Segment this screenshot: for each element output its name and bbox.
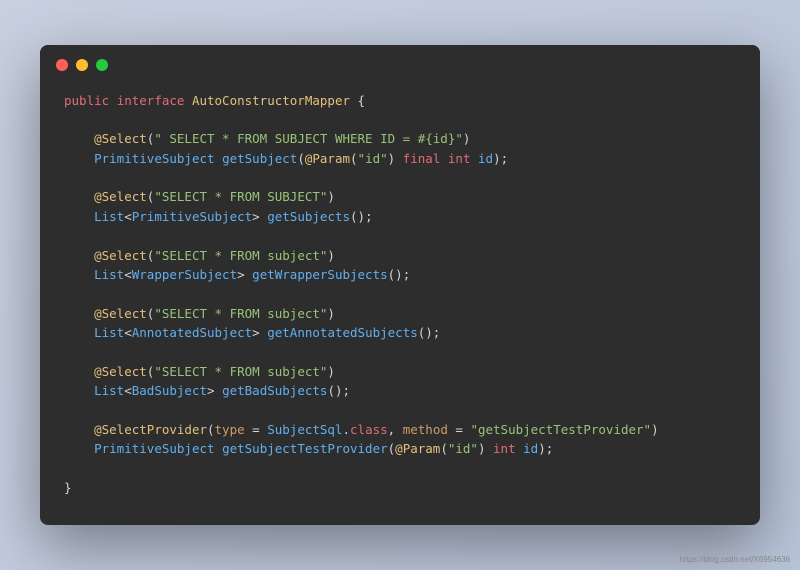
annotation: @SelectProvider	[94, 422, 207, 437]
minimize-icon[interactable]	[76, 59, 88, 71]
keyword-public: public	[64, 93, 109, 108]
code-block: public interface AutoConstructorMapper {…	[40, 79, 760, 526]
method-name: getSubject	[222, 151, 297, 166]
close-icon[interactable]	[56, 59, 68, 71]
annotation: @Select	[94, 248, 147, 263]
keyword-interface: interface	[117, 93, 185, 108]
annotation: @Select	[94, 364, 147, 379]
window-titlebar	[40, 45, 760, 79]
sql-string: "SELECT * FROM subject"	[154, 306, 327, 321]
close-brace: }	[64, 480, 72, 495]
sql-string: "SELECT * FROM subject"	[154, 248, 327, 263]
sql-string: " SELECT * FROM SUBJECT WHERE ID = #{id}…	[154, 131, 463, 146]
annotation: @Select	[94, 189, 147, 204]
sql-string: "SELECT * FROM subject"	[154, 364, 327, 379]
method-name: getAnnotatedSubjects	[267, 325, 418, 340]
code-window: public interface AutoConstructorMapper {…	[40, 45, 760, 526]
method-name: getSubjects	[267, 209, 350, 224]
annotation: @Select	[94, 306, 147, 321]
return-type: PrimitiveSubject	[94, 151, 214, 166]
method-name: getBadSubjects	[222, 383, 327, 398]
maximize-icon[interactable]	[96, 59, 108, 71]
watermark: https://blog.csdn.net/X6954636	[680, 555, 790, 564]
sql-string: "SELECT * FROM SUBJECT"	[154, 189, 327, 204]
annotation: @Select	[94, 131, 147, 146]
method-name: getSubjectTestProvider	[222, 441, 388, 456]
interface-name: AutoConstructorMapper	[192, 93, 350, 108]
method-name: getWrapperSubjects	[252, 267, 387, 282]
